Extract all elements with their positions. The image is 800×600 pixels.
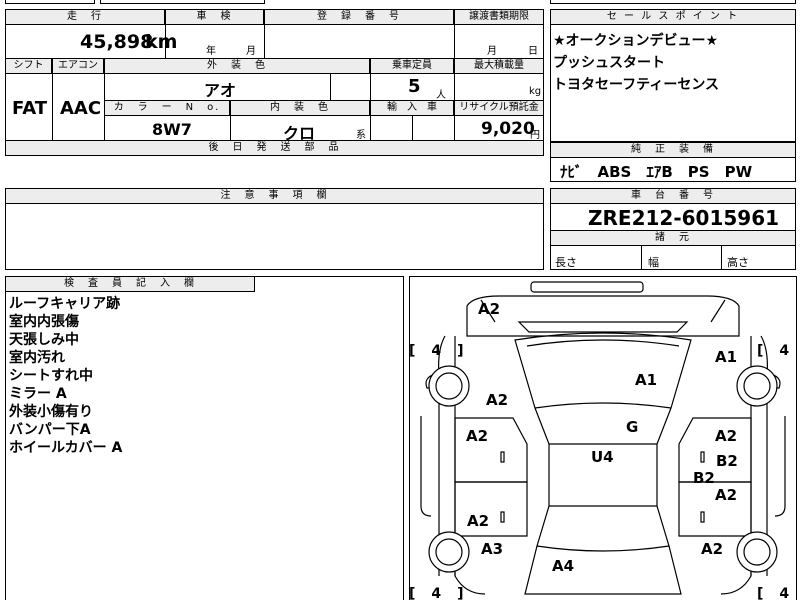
inspection-month-label: 月	[246, 46, 256, 57]
chassis-number-header: 車 台 番 号	[550, 188, 796, 204]
notes-header: 注 意 事 項 欄	[5, 188, 544, 204]
capacity-unit: 人	[436, 90, 446, 101]
shift-header: シフト	[5, 58, 52, 74]
aircon-header: エアコン	[52, 58, 104, 74]
color-no-header: カ ラ ー N o.	[104, 100, 230, 116]
inspector-note: 外装小傷有り	[9, 404, 93, 420]
inspector-note: ルーフキャリア跡	[9, 296, 121, 312]
width-label: 幅	[648, 256, 659, 269]
transfer-header: 譲渡書類期限	[454, 9, 544, 25]
recycle-unit: 円	[530, 130, 540, 141]
inspection-header: 車 検	[165, 9, 264, 25]
damage-code: A2	[466, 427, 489, 445]
sales-point-line: ★オークションデビュー★	[553, 33, 719, 49]
inspector-header: 検 査 員 記 入 欄	[5, 276, 255, 292]
recycle-value: 9,020	[481, 119, 535, 139]
tire-mark-rear-right: [ 4 ]	[757, 586, 800, 600]
inspector-note: 天張しみ中	[9, 332, 79, 348]
import-header: 輸 入 車	[370, 100, 454, 116]
top-cut-cell-center	[100, 0, 265, 4]
damage-code: B2	[693, 469, 715, 487]
interior-color-suffix: 系	[356, 130, 366, 141]
recycle-header: リサイクル預託金	[454, 100, 544, 116]
inspector-note: 室内内張傷	[9, 314, 79, 330]
transfer-month-label: 月	[487, 46, 497, 57]
registration-header: 登 録 番 号	[264, 9, 454, 25]
top-cut-cell-right	[550, 0, 796, 4]
inspector-note: バンパー下A	[9, 422, 91, 438]
max-load-header: 最大積載量	[454, 58, 544, 74]
damage-code: A2	[467, 512, 490, 530]
chassis-number-value: ZRE212-6015961	[588, 206, 780, 230]
capacity-value: 5	[408, 76, 421, 97]
damage-code: A3	[481, 540, 504, 558]
top-cut-cell-left	[5, 0, 95, 4]
transfer-day-label: 日	[528, 46, 538, 57]
capacity-header: 乗車定員	[370, 58, 454, 74]
inspector-note: ミラー A	[9, 386, 67, 402]
damage-code: G	[626, 418, 639, 436]
damage-code: A2	[715, 427, 738, 445]
damage-code: A2	[486, 391, 509, 409]
aircon-value: AAC	[60, 98, 102, 119]
tire-mark-rear-left: [ 4 ]	[409, 586, 465, 600]
max-load-unit: kg	[529, 86, 542, 97]
damage-code: A1	[715, 348, 738, 366]
damage-code: B2	[716, 452, 738, 470]
inspector-note: シートすれ中	[9, 368, 93, 384]
later-parts-header: 後 日 発 送 部 品	[5, 140, 544, 156]
inspector-notes-list: ルーフキャリア跡 室内内張傷 天張しみ中 室内汚れ シートすれ中 ミラー A 外…	[9, 295, 122, 457]
damage-code: A4	[552, 557, 575, 575]
genuine-equipment-header: 純 正 装 備	[550, 142, 796, 158]
genuine-equipment-value: ﾅﾋﾞ ABS ｴｱB PS PW	[560, 163, 753, 181]
dimensions-header: 諸 元	[550, 230, 796, 246]
mileage-header: 走 行	[5, 9, 165, 25]
shift-value: FAT	[12, 98, 48, 119]
damage-code: A2	[715, 486, 738, 504]
mileage-value: 45,898	[80, 31, 154, 53]
sales-point-header: セ ー ル ス ポ イ ン ト	[550, 9, 796, 25]
damage-code: A1	[635, 371, 658, 389]
tire-mark-front-left: [ 4 ]	[409, 343, 465, 359]
inspector-note: 室内汚れ	[9, 350, 65, 366]
length-label: 長さ	[555, 256, 577, 269]
sales-point-line: プッシュスタート	[553, 55, 665, 71]
interior-color-header: 内 装 色	[230, 100, 370, 116]
damage-code: A2	[478, 300, 501, 318]
mileage-unit: km	[145, 31, 178, 53]
exterior-color-value: アオ	[204, 81, 237, 100]
sales-point-line: トヨタセーフティーセンス	[553, 77, 720, 93]
exterior-color-header: 外 装 色	[104, 58, 370, 74]
height-label: 高さ	[727, 256, 749, 269]
tire-mark-front-right: [ 4 ]	[757, 343, 800, 359]
color-no-value: 8W7	[152, 120, 192, 139]
inspector-note: ホイールカバー A	[9, 440, 123, 456]
damage-code: U4	[591, 448, 614, 466]
damage-code: A2	[701, 540, 724, 558]
inspection-year-label: 年	[206, 46, 216, 57]
